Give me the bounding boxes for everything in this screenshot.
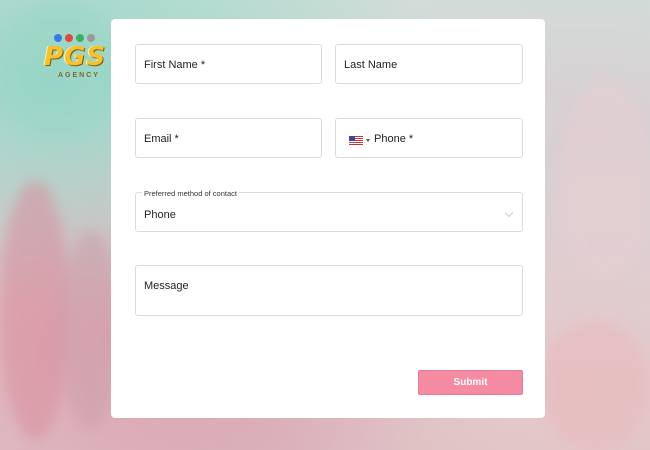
phone-placeholder: Phone * <box>374 133 414 145</box>
phone-field[interactable]: Phone * <box>335 118 523 158</box>
message-placeholder: Message <box>144 280 189 292</box>
background-streak <box>540 320 650 450</box>
logo-dot <box>54 34 62 42</box>
email-placeholder: Email * <box>144 133 179 145</box>
contact-method-label: Preferred method of contact <box>142 189 239 198</box>
logo-dot <box>76 34 84 42</box>
first-name-placeholder: First Name * <box>144 59 206 71</box>
contact-form-card: First Name * Last Name Email * Phone * P… <box>111 19 545 418</box>
submit-button[interactable]: Submit <box>418 370 523 395</box>
chevron-down-icon <box>504 208 514 218</box>
us-flag-icon[interactable] <box>349 136 363 145</box>
logo-dot <box>65 34 73 42</box>
email-field[interactable]: Email * <box>135 118 322 158</box>
message-textarea[interactable]: Message <box>135 265 523 316</box>
logo-dot <box>87 34 95 42</box>
contact-method-select[interactable]: Preferred method of contact Phone <box>135 189 523 232</box>
logo-dots <box>54 34 95 42</box>
last-name-placeholder: Last Name <box>344 59 398 71</box>
logo-subtext: AGENCY <box>58 72 100 79</box>
chevron-down-icon[interactable] <box>366 139 370 142</box>
background-streak <box>0 180 70 440</box>
background-streak <box>560 80 650 280</box>
contact-method-value: Phone <box>144 209 176 221</box>
logo-text: PGS <box>44 42 107 72</box>
last-name-field[interactable]: Last Name <box>335 44 523 84</box>
first-name-field[interactable]: First Name * <box>135 44 322 84</box>
